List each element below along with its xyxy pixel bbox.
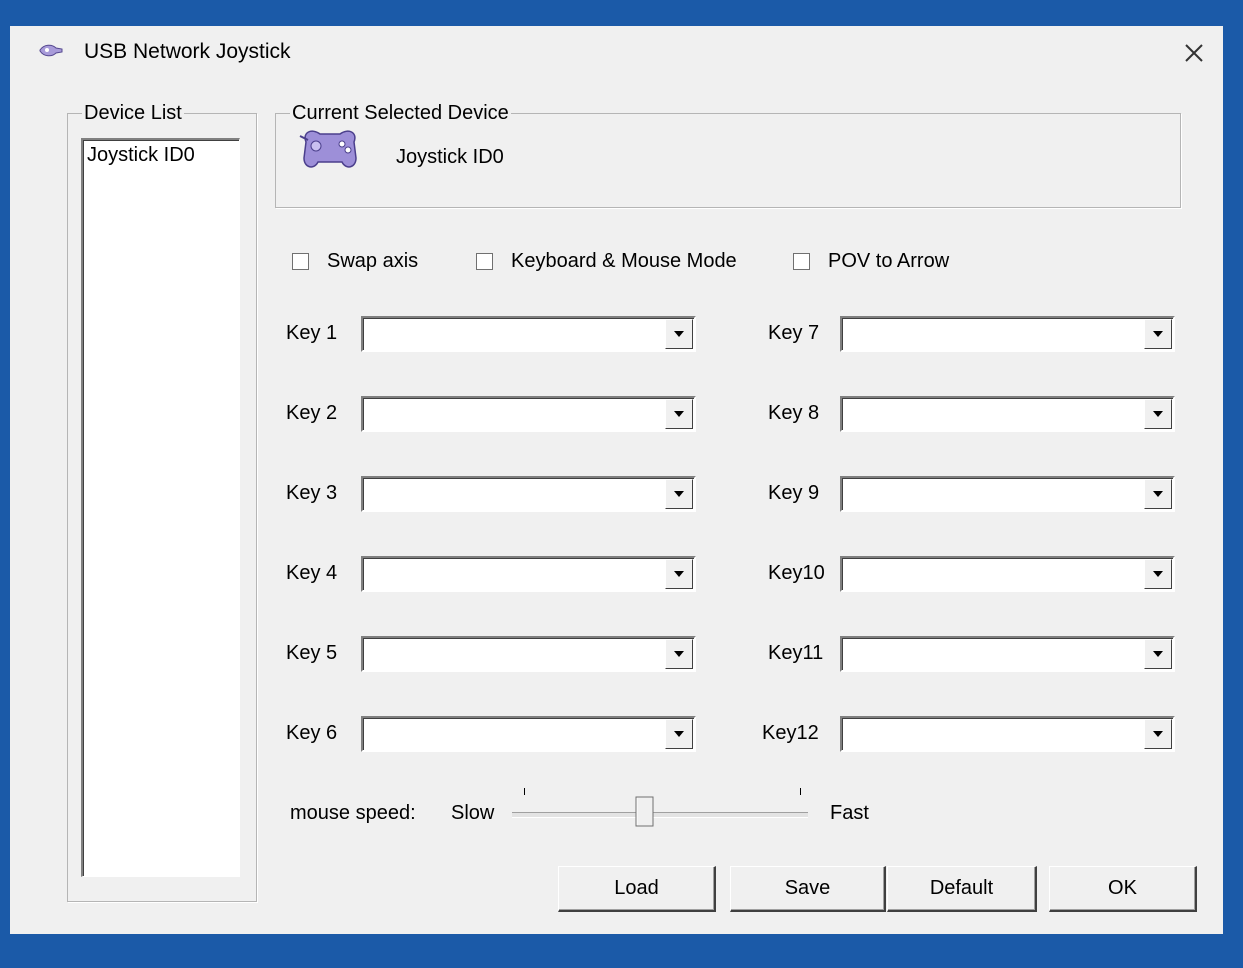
key-3-dropdown[interactable]	[361, 476, 696, 512]
dropdown-button[interactable]	[1144, 639, 1172, 669]
dropdown-button[interactable]	[1144, 719, 1172, 749]
mouse-speed-track[interactable]	[512, 812, 808, 818]
chevron-down-icon	[1153, 491, 1163, 497]
key-8-dropdown[interactable]	[840, 396, 1175, 432]
key-1-label: Key 1	[286, 322, 338, 344]
key-4-dropdown[interactable]	[361, 556, 696, 592]
swap-axis-label: Swap axis	[327, 250, 419, 272]
chevron-down-icon	[674, 491, 684, 497]
mouse-speed-thumb[interactable]	[635, 796, 655, 828]
key-6-label: Key 6	[286, 722, 338, 744]
key-12-label: Key12	[762, 722, 819, 744]
ok-button[interactable]: OK	[1049, 866, 1197, 912]
key-7-dropdown[interactable]	[840, 316, 1175, 352]
chevron-down-icon	[1153, 731, 1163, 737]
key-2-dropdown[interactable]	[361, 396, 696, 432]
chevron-down-icon	[674, 411, 684, 417]
load-button[interactable]: Load	[558, 866, 716, 912]
key-6-dropdown[interactable]	[361, 716, 696, 752]
device-list-legend: Device List	[84, 102, 182, 124]
key-11-label: Key11	[768, 642, 824, 664]
key-9-label: Key 9	[768, 482, 820, 504]
chevron-down-icon	[1153, 331, 1163, 337]
current-device-group: Current Selected Device Joystick ID0	[275, 102, 1181, 208]
mouse-speed-label: mouse speed:	[290, 802, 416, 824]
key-10-dropdown[interactable]	[840, 556, 1175, 592]
key-3-label: Key 3	[286, 482, 338, 504]
device-listbox[interactable]: Joystick ID0	[81, 138, 240, 877]
key-10-label: Key10	[768, 562, 825, 584]
dropdown-button[interactable]	[665, 559, 693, 589]
save-button[interactable]: Save	[730, 866, 886, 912]
slow-label: Slow	[451, 802, 495, 824]
slider-tick-min	[524, 788, 525, 795]
app-icon	[38, 42, 64, 65]
dropdown-button[interactable]	[665, 479, 693, 509]
dropdown-button[interactable]	[665, 639, 693, 669]
chevron-down-icon	[1153, 571, 1163, 577]
dropdown-button[interactable]	[1144, 559, 1172, 589]
key-11-dropdown[interactable]	[840, 636, 1175, 672]
device-list-group: Device List Joystick ID0	[67, 102, 257, 902]
chevron-down-icon	[674, 651, 684, 657]
keyboard-mouse-mode-label: Keyboard & Mouse Mode	[511, 250, 737, 272]
gamepad-icon	[298, 128, 362, 177]
dropdown-button[interactable]	[665, 319, 693, 349]
chevron-down-icon	[1153, 411, 1163, 417]
pov-to-arrow-checkbox[interactable]: POV to Arrow	[793, 250, 949, 273]
swap-axis-box[interactable]	[292, 253, 309, 270]
default-button[interactable]: Default	[887, 866, 1037, 912]
key-4-label: Key 4	[286, 562, 338, 584]
key-7-label: Key 7	[768, 322, 820, 344]
swap-axis-checkbox[interactable]: Swap axis	[292, 250, 418, 273]
key-5-dropdown[interactable]	[361, 636, 696, 672]
keyboard-mouse-mode-checkbox[interactable]: Keyboard & Mouse Mode	[476, 250, 737, 273]
keyboard-mouse-mode-box[interactable]	[476, 253, 493, 270]
key-2-label: Key 2	[286, 402, 338, 424]
close-button[interactable]	[1165, 26, 1223, 80]
pov-to-arrow-label: POV to Arrow	[828, 250, 950, 272]
key-8-label: Key 8	[768, 402, 820, 424]
pov-to-arrow-box[interactable]	[793, 253, 810, 270]
client-area: Device List Joystick ID0 Current Selecte…	[10, 80, 1223, 934]
dropdown-button[interactable]	[1144, 319, 1172, 349]
current-device-legend: Current Selected Device	[292, 102, 509, 124]
chevron-down-icon	[674, 731, 684, 737]
dropdown-button[interactable]	[1144, 399, 1172, 429]
key-5-label: Key 5	[286, 642, 338, 664]
key-12-dropdown[interactable]	[840, 716, 1175, 752]
dropdown-button[interactable]	[665, 719, 693, 749]
close-icon	[1185, 44, 1203, 62]
selected-device-name: Joystick ID0	[396, 146, 504, 168]
slider-tick-max	[800, 788, 801, 795]
chevron-down-icon	[674, 571, 684, 577]
key-9-dropdown[interactable]	[840, 476, 1175, 512]
key-1-dropdown[interactable]	[361, 316, 696, 352]
dropdown-button[interactable]	[1144, 479, 1172, 509]
fast-label: Fast	[830, 802, 869, 824]
list-item[interactable]: Joystick ID0	[83, 140, 239, 171]
title-bar[interactable]: USB Network Joystick	[10, 26, 1223, 80]
chevron-down-icon	[1153, 651, 1163, 657]
chevron-down-icon	[674, 331, 684, 337]
dropdown-button[interactable]	[665, 399, 693, 429]
window-title: USB Network Joystick	[84, 40, 291, 63]
app-window: USB Network Joystick Device List Joystic…	[10, 26, 1223, 934]
